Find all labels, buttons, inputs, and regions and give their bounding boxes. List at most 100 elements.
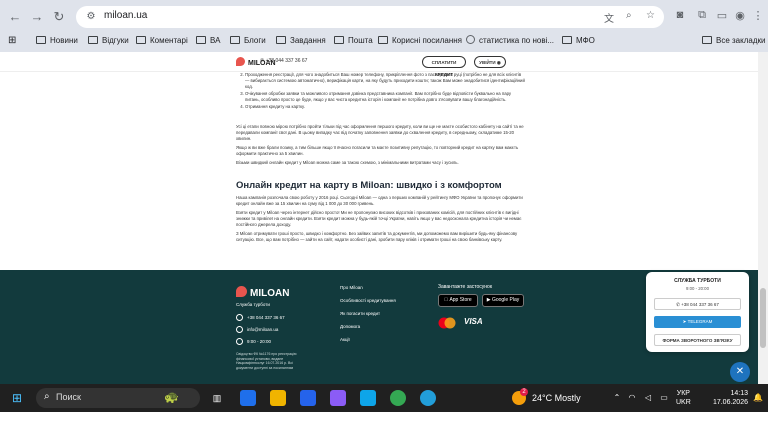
site-info-icon[interactable]: ⚙: [84, 10, 98, 24]
browser-chrome: ← → ↻ ⚙ miloan.ua 文 ⌕ ☆ ◙ ⧉ ▭ ◉ ⋮ ⊞ Нови…: [0, 0, 768, 52]
app-icon[interactable]: [360, 390, 376, 406]
language-indicator[interactable]: УКР UKR: [676, 389, 691, 407]
copilot-icon[interactable]: [330, 390, 346, 406]
footer-link[interactable]: Допомога: [340, 324, 360, 329]
paragraph: Наша кампанія розпочала свою роботу у 20…: [236, 195, 523, 206]
folder-icon: [378, 36, 388, 44]
calendar-app-icon[interactable]: [300, 390, 316, 406]
bookmark-item[interactable]: Корисні посилання: [378, 34, 462, 48]
phone-icon: [236, 314, 243, 321]
footer-logo[interactable]: MILOAN: [236, 286, 289, 299]
feedback-form-button[interactable]: ФОРМА ЗВОРОТНОГО ЗВ'ЯЗКУ: [654, 334, 741, 346]
folder-icon: [136, 36, 146, 44]
bookmarks-bar: ⊞ Новини Відгуки Коментарі ВА Блоги Завд…: [0, 32, 768, 50]
tray-chevron-icon[interactable]: ⌃: [612, 390, 622, 406]
menu-icon[interactable]: ⋮: [750, 9, 766, 22]
weather-badge: 2: [520, 388, 528, 396]
clock-icon: [236, 338, 243, 345]
web-page: MILOAN ✆ +38 044 337 36 67 СПЛАТИТИ КРЕД…: [0, 52, 758, 384]
zoom-icon[interactable]: ⌕: [626, 10, 632, 21]
legal-text: Свідоцтво ФК №1176 про реєстрацію фінанс…: [236, 352, 297, 370]
folder-icon: [36, 36, 46, 44]
address-bar[interactable]: ⚙ miloan.ua 文 ⌕ ☆: [76, 6, 664, 28]
telegram-app-icon[interactable]: [420, 390, 436, 406]
list-item: Очікування обробки заявки та можливого о…: [245, 91, 526, 103]
header-phone[interactable]: ✆ +38 044 337 36 67: [260, 58, 307, 64]
bookmark-item[interactable]: Відгуки: [88, 34, 129, 48]
footer-link[interactable]: Акції: [340, 337, 350, 342]
bookmark-item[interactable]: МФО: [562, 34, 595, 48]
paragraph: Візьми швидкий онлайн кредит у Miloan мо…: [236, 160, 459, 165]
bookmark-item[interactable]: Коментарі: [136, 34, 188, 48]
store-app-icon[interactable]: [240, 390, 256, 406]
extensions-icon[interactable]: ⧉: [694, 9, 710, 22]
start-icon[interactable]: ⊞: [8, 390, 26, 406]
telegram-button[interactable]: ➤ TELEGRAM: [654, 316, 741, 328]
all-bookmarks[interactable]: Все закладки: [702, 34, 765, 48]
scroll-thumb[interactable]: [760, 288, 766, 348]
folder-icon: [562, 36, 572, 44]
bookmark-item[interactable]: Блоги: [230, 34, 266, 48]
translate-icon[interactable]: 文: [604, 10, 614, 25]
folder-icon: [276, 36, 286, 44]
folder-icon: [88, 36, 98, 44]
logo-mark-icon: [236, 286, 247, 297]
paragraph: Усі ці етапи повною мірою потрібно пройт…: [236, 124, 524, 141]
widget-phone-button[interactable]: ✆ +38 044 337 36 67: [654, 298, 741, 310]
article-paragraphs-2: Наша кампанія розпочала свою роботу у 20…: [236, 195, 526, 246]
notifications-icon[interactable]: 🔔: [752, 390, 764, 406]
tab-search-icon[interactable]: ▭: [714, 9, 730, 22]
pay-credit-button[interactable]: СПЛАТИТИ КРЕДИТ: [422, 56, 466, 77]
forward-icon[interactable]: →: [28, 8, 46, 26]
bookmark-item[interactable]: Пошта: [334, 34, 373, 48]
globe-icon: [466, 35, 475, 44]
profile-icon[interactable]: ◉: [732, 9, 748, 22]
app-title: Завантажте застосунок: [438, 284, 493, 290]
back-icon[interactable]: ←: [6, 8, 24, 26]
folder-icon: [196, 36, 206, 44]
battery-icon[interactable]: ▭: [658, 390, 670, 406]
windows-taskbar: ⊞ ⌕ Поиск 🐢 ▥ 2 24°C Mostly sunny ⌃ ◠ ◁ …: [0, 384, 768, 419]
close-icon: ✕: [735, 366, 745, 377]
paragraph: Взяти кредит у Miloan через інтернет дій…: [236, 210, 522, 227]
mastercard-logo: [438, 317, 456, 329]
footer-phone[interactable]: +38 044 337 36 67: [236, 314, 285, 321]
support-widget: СЛУЖБА ТУРБОТИ 9:00 - 20:00 ✆ +38 044 33…: [646, 272, 749, 352]
widget-hours: 9:00 - 20:00: [686, 286, 709, 291]
apps-icon[interactable]: ⊞: [8, 34, 16, 48]
footer-link[interactable]: Особливості кредитування: [340, 298, 396, 303]
footer-email[interactable]: info@miloan.ua: [236, 326, 278, 333]
paragraph: З Miloan отримувати гроші просто, швидко…: [236, 231, 518, 242]
search-placeholder: Поиск: [56, 392, 81, 402]
explorer-icon[interactable]: [270, 390, 286, 406]
chat-toggle-button[interactable]: ✕: [730, 362, 750, 382]
bookmark-item[interactable]: Завдання: [276, 34, 326, 48]
article-body: Проходження реєстрації, для чого знадоби…: [236, 72, 526, 111]
article-paragraphs: Усі ці етапи повною мірою потрібно пройт…: [236, 124, 526, 169]
list-item: Отримання кредиту на картку.: [245, 104, 526, 110]
network-icon[interactable]: ◠: [626, 390, 638, 406]
app-store-button[interactable]:  App Store: [438, 294, 478, 307]
login-button[interactable]: УВІЙТИ ◉: [474, 56, 506, 68]
folder-icon: [230, 36, 240, 44]
footer-link[interactable]: Про Miloan: [340, 285, 363, 290]
folder-icon: [334, 36, 344, 44]
widget-title: СЛУЖБА ТУРБОТИ: [674, 278, 721, 284]
footer-link[interactable]: Як погасити кредит: [340, 311, 380, 316]
volume-icon[interactable]: ◁: [642, 390, 654, 406]
weather-text[interactable]: 24°C Mostly sunny: [532, 390, 606, 419]
list-item: Проходження реєстрації, для чого знадоби…: [245, 72, 526, 90]
chrome-icon[interactable]: [390, 390, 406, 406]
page-scrollbar[interactable]: [758, 52, 768, 384]
taskbar-search[interactable]: ⌕ Поиск 🐢: [36, 388, 200, 408]
camera-icon[interactable]: ◙: [672, 9, 688, 21]
bookmark-star-icon[interactable]: ☆: [646, 10, 655, 21]
bookmark-item[interactable]: Новини: [36, 34, 78, 48]
google-play-button[interactable]: ▶ Google Play: [482, 294, 524, 307]
bookmark-item[interactable]: ВА: [196, 34, 220, 48]
bookmark-item[interactable]: статистика по нові...: [466, 34, 554, 48]
clock[interactable]: 14:13 17.06.2026: [698, 389, 748, 407]
task-view-icon[interactable]: ▥: [210, 390, 224, 406]
reload-icon[interactable]: ↻: [50, 8, 68, 26]
search-icon: ⌕: [44, 391, 50, 402]
